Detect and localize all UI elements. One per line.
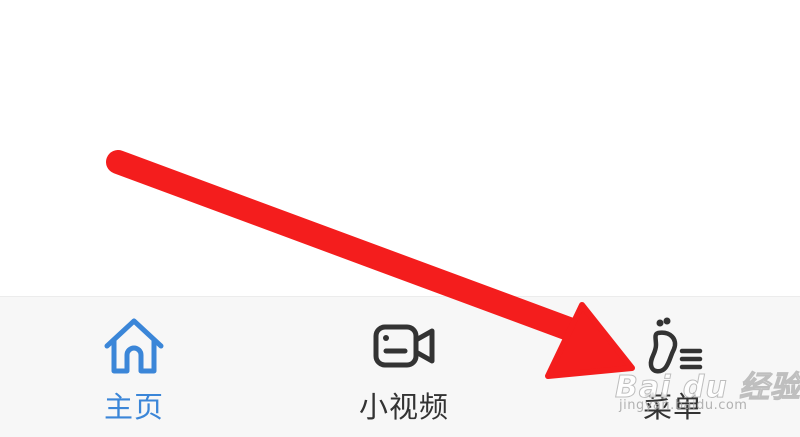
tab-home-label: 主页: [103, 390, 164, 424]
home-icon: [101, 313, 167, 379]
tab-menu[interactable]: 菜单: [573, 297, 773, 437]
app-screen: 主页 小视频 菜单 Bai du 经验 jingyan.baidu.com: [0, 0, 800, 437]
tab-menu-label: 菜单: [642, 390, 703, 424]
tab-short-video-label: 小视频: [358, 390, 449, 424]
video-camera-icon: [371, 313, 437, 379]
footprint-menu-icon: [640, 313, 706, 379]
content-area: [0, 0, 800, 296]
tab-home[interactable]: 主页: [34, 297, 234, 437]
tab-short-video[interactable]: 小视频: [304, 297, 504, 437]
bottom-tab-bar: 主页 小视频 菜单: [0, 296, 800, 437]
